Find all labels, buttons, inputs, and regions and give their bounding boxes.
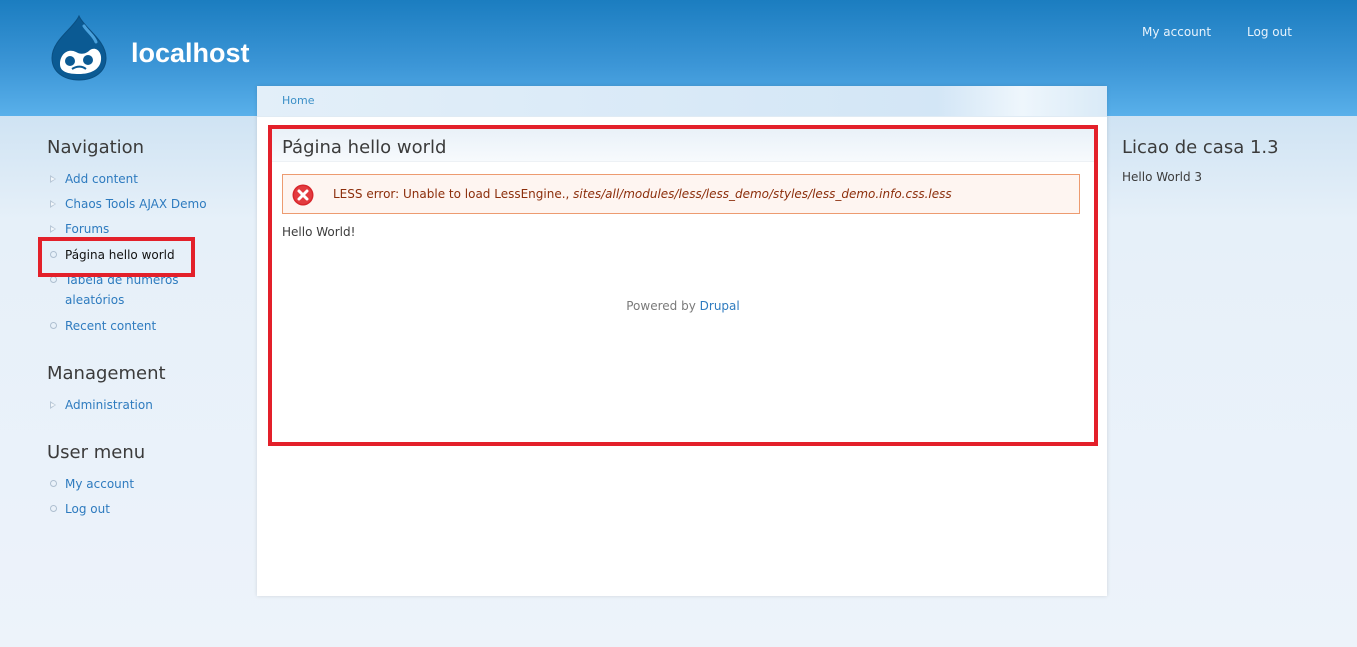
leaf-circle-icon xyxy=(50,322,57,329)
management-block-title: Management xyxy=(47,363,166,384)
nav-link-recent-content[interactable]: Recent content xyxy=(65,316,156,336)
drupal-logo-icon[interactable] xyxy=(48,14,110,82)
top-my-account-link[interactable]: My account xyxy=(1142,25,1211,39)
user-menu-block-title: User menu xyxy=(47,442,146,463)
management-link-administration[interactable]: Administration xyxy=(65,395,153,415)
error-message-box: LESS error: Unable to load LessEngine., … xyxy=(282,174,1080,214)
error-message-path: sites/all/modules/less/less_demo/styles/… xyxy=(573,187,952,201)
breadcrumb-home-link[interactable]: Home xyxy=(282,94,314,107)
error-icon xyxy=(292,184,314,206)
leaf-circle-icon xyxy=(50,505,57,512)
collapsed-triangle-icon xyxy=(50,200,56,208)
body-text: Hello World! xyxy=(282,225,356,239)
active-item-highlight-frame xyxy=(38,237,195,277)
error-message: LESS error: Unable to load LessEngine., … xyxy=(333,187,952,201)
leaf-circle-icon xyxy=(50,276,57,283)
user-menu-link-my-account[interactable]: My account xyxy=(65,474,134,494)
content-highlight-frame: Página hello world LESS error: Unable to… xyxy=(268,125,1098,446)
sidebar-second-block-title: Licao de casa 1.3 xyxy=(1122,137,1279,158)
powered-by-footer: Powered by Drupal xyxy=(272,299,1094,313)
nav-link-chaos-tools-ajax-demo[interactable]: Chaos Tools AJAX Demo xyxy=(65,194,207,214)
top-log-out-link[interactable]: Log out xyxy=(1247,25,1292,39)
collapsed-triangle-icon xyxy=(50,401,56,409)
powered-by-label: Powered by xyxy=(626,299,696,313)
leaf-circle-icon xyxy=(50,480,57,487)
site-name-link[interactable]: localhost xyxy=(131,38,250,69)
nav-link-forums[interactable]: Forums xyxy=(65,219,109,239)
page-title: Página hello world xyxy=(282,137,447,158)
collapsed-triangle-icon xyxy=(50,225,56,233)
error-message-text: LESS error: Unable to load LessEngine., xyxy=(333,187,570,201)
collapsed-triangle-icon xyxy=(50,175,56,183)
navigation-block-title: Navigation xyxy=(47,137,145,158)
breadcrumb: Home xyxy=(257,86,1107,117)
sidebar-second-block-text: Hello World 3 xyxy=(1122,170,1203,184)
user-menu-link-log-out[interactable]: Log out xyxy=(65,499,110,519)
drupal-link[interactable]: Drupal xyxy=(700,299,740,313)
nav-link-add-content[interactable]: Add content xyxy=(65,169,138,189)
title-band: Página hello world xyxy=(272,129,1094,162)
